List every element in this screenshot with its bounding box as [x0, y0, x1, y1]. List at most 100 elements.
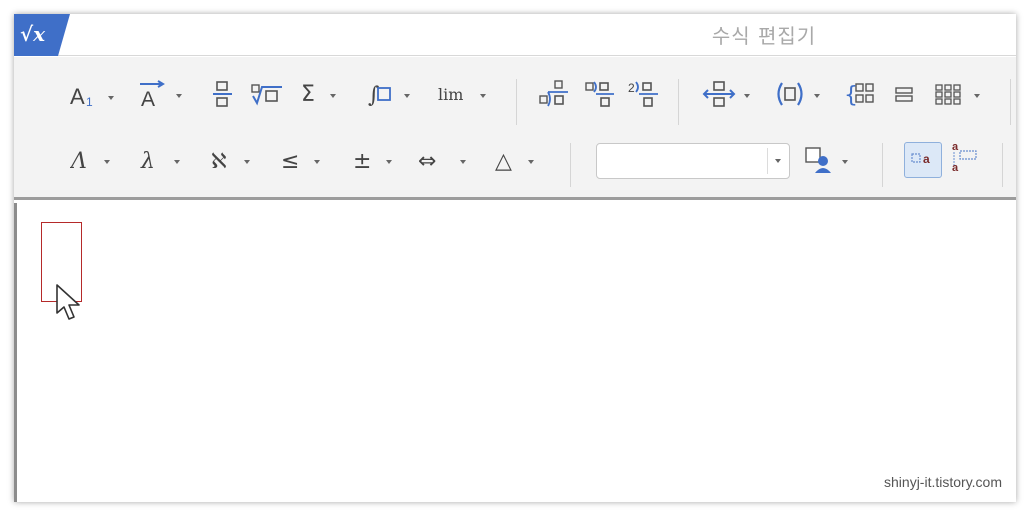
display-toggle[interactable]: aa: [948, 141, 980, 174]
sum-button[interactable]: Σ: [300, 81, 336, 111]
watermark-text: shinyj-it.tistory.com: [884, 474, 1002, 490]
equation-editing-area[interactable]: shinyj-it.tistory.com: [14, 203, 1016, 502]
toolbar-separator: [678, 79, 679, 125]
greek-lower-icon: λ: [140, 145, 166, 179]
chevron-down-icon: [314, 160, 320, 164]
nth-division-button[interactable]: 2: [628, 81, 660, 111]
nth-division-icon: 2: [628, 79, 660, 113]
equation-editor-window: √x 수식 편집기 A1 A Σ ∫ lim 2 {Λ λ ℵ ≤ ± ⇔ △…: [14, 14, 1016, 502]
chevron-down-icon: [460, 160, 466, 164]
svg-text:a: a: [952, 162, 959, 173]
svg-text:a: a: [952, 141, 959, 153]
svg-text:△: △: [495, 149, 512, 174]
chevron-down-icon: [244, 160, 250, 164]
svg-text:Λ: Λ: [70, 149, 87, 174]
font-size-button[interactable]: A1: [70, 83, 114, 113]
root-button[interactable]: [250, 81, 284, 111]
relation-button[interactable]: ≤: [280, 147, 320, 177]
chevron-down-icon: [104, 160, 110, 164]
svg-text:2: 2: [628, 81, 635, 95]
chevron-down-icon: [744, 94, 750, 98]
svg-text:Σ: Σ: [301, 82, 315, 107]
double-arrow-icon: ⇔: [418, 145, 452, 179]
chevron-down-icon: [176, 94, 182, 98]
toolbar-separator: [1002, 143, 1003, 187]
font-size-icon: A1: [70, 83, 100, 113]
svg-text:λ: λ: [140, 149, 155, 174]
svg-text:ℵ: ℵ: [211, 149, 227, 173]
limit-icon: lim: [438, 79, 472, 113]
chevron-down-icon: [108, 96, 114, 100]
sigma-icon: Σ: [300, 79, 322, 113]
title-bar: √x 수식 편집기: [14, 14, 1016, 56]
sqrt-x-logo-icon: √x: [14, 14, 70, 56]
svg-text:lim: lim: [438, 85, 463, 104]
window-title: 수식 편집기: [711, 24, 817, 48]
chevron-down-icon: [404, 94, 410, 98]
cases-icon: {: [844, 79, 878, 113]
integral-icon: ∫: [368, 79, 396, 113]
mouse-pointer-icon: [55, 283, 85, 329]
less-equal-icon: ≤: [280, 145, 306, 179]
chevron-down-icon: [480, 94, 486, 98]
chevron-down-icon: [386, 160, 392, 164]
chevron-down-icon: [330, 94, 336, 98]
svg-text:1: 1: [86, 95, 93, 109]
toolbar-separator: [1010, 79, 1011, 125]
plus-minus-icon: ±: [352, 145, 378, 179]
fraction-icon: [210, 79, 236, 113]
chevron-down-icon: [775, 159, 781, 163]
toolbar-separator: [570, 143, 571, 187]
parentheses-icon: [774, 79, 806, 113]
hebrew-button[interactable]: ℵ: [210, 147, 250, 177]
accent-button[interactable]: A: [138, 79, 182, 113]
svg-text:⇔: ⇔: [418, 149, 436, 174]
chevron-down-icon: [174, 160, 180, 164]
inline-toggle[interactable]: a: [904, 142, 942, 178]
integral-button[interactable]: ∫: [368, 81, 410, 111]
stack-arrow-icon: [702, 79, 736, 113]
chevron-down-icon: [814, 94, 820, 98]
font-combo[interactable]: [596, 143, 790, 179]
chevron-down-icon: [842, 160, 848, 164]
display-layout-icon: aa: [948, 139, 980, 177]
vector-accent-icon: A: [138, 79, 168, 113]
chevron-down-icon: [528, 160, 534, 164]
arrow-button[interactable]: ⇔: [418, 147, 466, 177]
division-button[interactable]: [584, 81, 616, 111]
parentheses-button[interactable]: [774, 81, 820, 111]
rows-icon: [892, 79, 918, 113]
color-person-icon: [804, 145, 834, 179]
long-division-button[interactable]: [538, 79, 570, 113]
matrix-button[interactable]: [934, 81, 980, 111]
greek-upper-button[interactable]: Λ: [69, 145, 110, 179]
chevron-down-icon: [974, 94, 980, 98]
matrix-icon: [934, 79, 966, 113]
aleph-icon: ℵ: [210, 145, 236, 179]
fraction-button[interactable]: [210, 81, 236, 111]
division-icon: [584, 79, 616, 113]
cases-button[interactable]: {: [844, 81, 878, 111]
toolbar-separator: [882, 143, 883, 187]
color-button[interactable]: [804, 147, 848, 177]
svg-text:√x: √x: [20, 22, 46, 46]
svg-text:a: a: [923, 152, 930, 166]
combo-dropdown-button[interactable]: [767, 148, 789, 174]
root-icon: [250, 79, 284, 113]
greek-upper-icon: Λ: [69, 145, 96, 179]
toolbar-separator: [516, 79, 517, 125]
operator-button[interactable]: ±: [352, 147, 392, 177]
triangle-icon: △: [494, 145, 520, 179]
svg-text:±: ±: [353, 149, 371, 174]
stack-button[interactable]: [702, 81, 750, 111]
inline-layout-icon: a: [910, 148, 936, 172]
long-division-icon: [538, 79, 570, 113]
svg-text:≤: ≤: [281, 149, 299, 174]
svg-text:A: A: [141, 88, 155, 109]
rows-button[interactable]: [892, 81, 918, 111]
greek-lower-button[interactable]: λ: [140, 147, 180, 177]
svg-text:A: A: [70, 84, 85, 109]
misc-symbol-button[interactable]: △: [494, 147, 534, 177]
limit-button[interactable]: lim: [438, 81, 486, 111]
toolbar: A1 A Σ ∫ lim 2 {Λ λ ℵ ≤ ± ⇔ △ a a a: [14, 57, 1016, 200]
